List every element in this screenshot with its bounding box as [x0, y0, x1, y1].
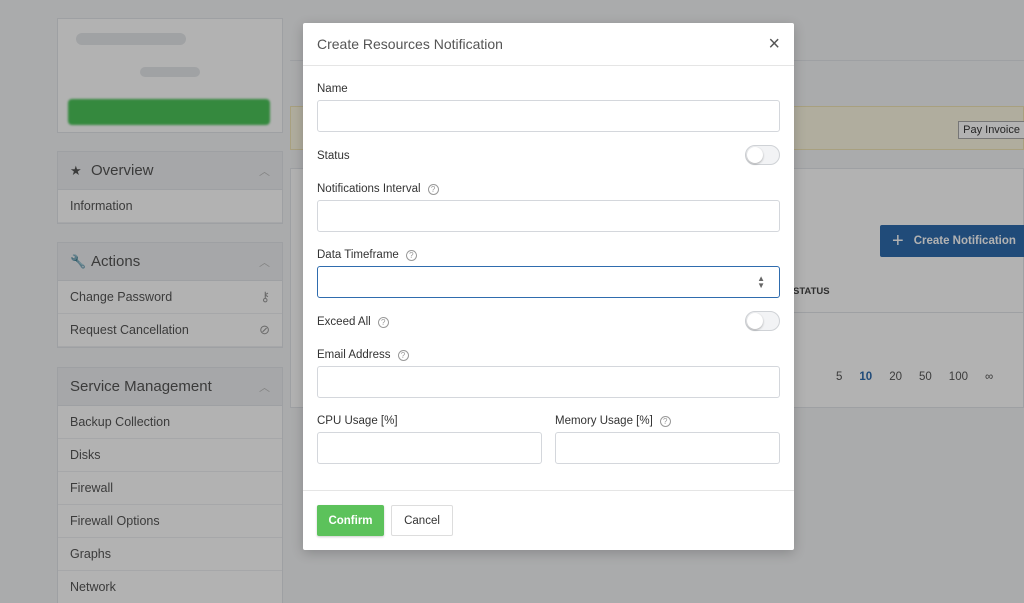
data-timeframe-select[interactable]: ▲ ▼	[317, 266, 780, 298]
close-icon[interactable]: ×	[768, 34, 780, 54]
status-toggle[interactable]	[745, 145, 780, 165]
modal-body: Name Status Notifications Interval ? Dat…	[303, 66, 794, 490]
timeframe-label: Data Timeframe ?	[317, 249, 417, 261]
name-input[interactable]	[317, 100, 780, 132]
select-arrows-icon: ▲ ▼	[757, 274, 765, 290]
memory-usage-label: Memory Usage [%] ?	[555, 415, 671, 427]
toggle-knob	[747, 313, 763, 329]
cpu-usage-label-text: CPU Usage [%]	[317, 415, 398, 427]
name-label: Name	[317, 83, 348, 95]
help-icon[interactable]: ?	[405, 249, 417, 261]
exceed-all-toggle[interactable]	[745, 311, 780, 331]
exceed-all-label-text: Exceed All	[317, 316, 371, 328]
modal-footer: Confirm Cancel	[303, 490, 794, 550]
email-address-input[interactable]	[317, 366, 780, 398]
memory-usage-label-text: Memory Usage [%]	[555, 415, 653, 427]
modal-title: Create Resources Notification	[317, 36, 503, 52]
email-label: Email Address ?	[317, 349, 409, 361]
modal-header: Create Resources Notification ×	[303, 23, 794, 66]
help-icon[interactable]: ?	[659, 415, 671, 427]
interval-label-text: Notifications Interval	[317, 183, 421, 195]
name-label-text: Name	[317, 83, 348, 95]
help-icon[interactable]: ?	[397, 349, 409, 361]
confirm-button[interactable]: Confirm	[317, 505, 384, 536]
help-icon[interactable]: ?	[427, 183, 439, 195]
exceed-all-label: Exceed All ?	[317, 316, 389, 328]
memory-usage-input[interactable]	[555, 432, 780, 464]
cpu-usage-label: CPU Usage [%]	[317, 415, 398, 427]
interval-label: Notifications Interval ?	[317, 183, 439, 195]
status-label-text: Status	[317, 150, 350, 162]
timeframe-label-text: Data Timeframe	[317, 249, 399, 261]
cpu-usage-input[interactable]	[317, 432, 542, 464]
status-label: Status	[317, 150, 350, 162]
create-resources-notification-modal: Create Resources Notification × Name Sta…	[303, 23, 794, 550]
cancel-button[interactable]: Cancel	[391, 505, 453, 536]
email-label-text: Email Address	[317, 349, 391, 361]
help-icon[interactable]: ?	[377, 316, 389, 328]
notifications-interval-input[interactable]	[317, 200, 780, 232]
toggle-knob	[747, 147, 763, 163]
